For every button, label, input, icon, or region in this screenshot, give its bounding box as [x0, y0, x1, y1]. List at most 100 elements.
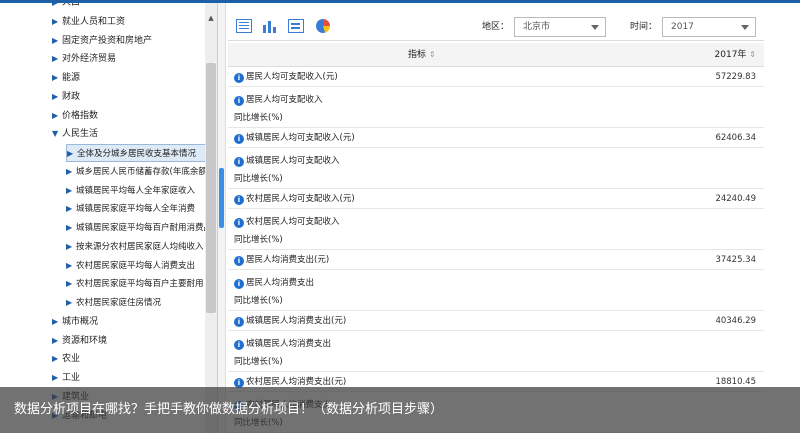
caret-right-icon[interactable]: ▶: [67, 145, 77, 161]
pie-chart-icon[interactable]: [316, 19, 330, 33]
tree-item[interactable]: ▶ 农村居民家庭住房情况: [66, 294, 206, 312]
splitter-grip[interactable]: [219, 168, 224, 228]
tree-item[interactable]: ▶ 就业人员和工资: [52, 13, 206, 31]
indicator-name: i 城镇居民人均消费支出(元): [234, 314, 346, 328]
table-row: i 农村居民人均可支配收入同比增长(%): [228, 209, 764, 250]
caret-right-icon[interactable]: ▶: [66, 182, 76, 200]
caret-right-icon[interactable]: ▶: [66, 200, 76, 218]
tree-item[interactable]: ▶ 能源: [52, 69, 206, 87]
tree-item-label: 工业: [62, 373, 81, 383]
tree-item[interactable]: ▶ 农村居民家庭平均每人消费支出: [66, 257, 206, 275]
indicator-name-text: 农村居民人均消费支出(元): [246, 377, 347, 387]
table-view-icon[interactable]: [236, 19, 252, 33]
caret-right-icon[interactable]: ▶: [52, 350, 62, 368]
table-row: i 城镇居民人均可支配收入 同比增长(%): [228, 148, 764, 189]
tree-item-label: 固定资产投资和房地产: [62, 35, 153, 46]
panel-splitter[interactable]: [218, 3, 226, 433]
info-icon[interactable]: i: [234, 218, 244, 228]
indicator-name-text: 农村居民人均可支配收入: [246, 217, 340, 227]
tree-item[interactable]: ▶ 城乡居民人民币储蓄存款(年底余额): [66, 163, 206, 181]
indicator-value: 62406.34: [715, 133, 756, 143]
tree-scrollbar[interactable]: ▲: [205, 3, 217, 433]
tree-item[interactable]: ▶人口: [52, 3, 206, 12]
tree-scroll-thumb[interactable]: [206, 63, 216, 313]
info-icon[interactable]: i: [234, 279, 244, 289]
tree-item[interactable]: ▶ 按来源分农村居民家庭人均纯收入: [66, 238, 206, 256]
caret-right-icon[interactable]: ▶: [66, 163, 76, 181]
time-select[interactable]: 2017: [662, 17, 756, 37]
tree-item[interactable]: ▶ 全体及分城乡居民收支基本情况: [66, 144, 206, 162]
caret-right-icon[interactable]: ▶: [52, 313, 62, 331]
table-row: i 居民人均消费支出 同比增长(%): [228, 270, 764, 311]
table-row: i 农村居民人均可支配收入(元) 24240.49: [228, 189, 764, 209]
scroll-up-icon[interactable]: ▲: [206, 13, 216, 23]
caret-right-icon[interactable]: ▶: [66, 238, 76, 256]
caret-right-icon[interactable]: ▶: [52, 88, 62, 106]
tree-item[interactable]: ▶ 财政: [52, 88, 206, 106]
caret-right-icon[interactable]: ▶: [52, 32, 62, 50]
sort-icon[interactable]: ⇕: [749, 50, 756, 59]
tree-item[interactable]: ▶ 农业: [52, 350, 206, 368]
tree-item[interactable]: ▶ 城市概况: [52, 313, 206, 331]
year-column-header[interactable]: 2017年 ⇕: [715, 43, 756, 67]
tree-item-label: 农业: [62, 354, 81, 365]
tree-item[interactable]: ▶ 城镇居民家庭平均每百户耐用消费品: [66, 219, 206, 237]
caret-down-icon[interactable]: ▼: [52, 125, 62, 143]
caret-right-icon[interactable]: ▶: [66, 275, 76, 293]
indicator-name: i 农村居民人均可支配收入同比增长(%): [234, 213, 340, 249]
caret-right-icon[interactable]: ▶: [52, 107, 62, 125]
tree-item-label: 城镇居民平均每人全年家庭收入: [76, 185, 196, 196]
tree-item[interactable]: ▶ 城镇居民平均每人全年家庭收入: [66, 182, 206, 200]
caret-right-icon[interactable]: ▶: [52, 69, 62, 87]
bar-chart-icon[interactable]: [262, 19, 278, 33]
caret-right-icon[interactable]: ▶: [52, 13, 62, 31]
caret-right-icon[interactable]: ▶: [52, 369, 62, 387]
info-icon[interactable]: i: [234, 96, 244, 106]
table-row: i 居民人均可支配收入(元) 57229.83: [228, 67, 764, 87]
info-icon[interactable]: i: [234, 195, 244, 205]
tree-item-label: 城镇居民家庭平均每人全年消费: [76, 204, 196, 215]
info-icon[interactable]: i: [234, 317, 244, 327]
tree-item-label: 城市概况: [62, 316, 99, 327]
tree-item-label: 人民生活: [62, 129, 99, 140]
info-icon[interactable]: i: [234, 157, 244, 167]
info-icon[interactable]: i: [234, 134, 244, 144]
tree-item-label: 按来源分农村居民家庭人均纯收入: [76, 241, 204, 252]
info-icon[interactable]: i: [234, 73, 244, 83]
tree-item[interactable]: ▼ 人民生活: [52, 125, 206, 143]
caret-right-icon[interactable]: ▶: [52, 50, 62, 68]
tree-item[interactable]: ▶ 工业: [52, 369, 206, 387]
caret-right-icon[interactable]: ▶: [52, 3, 62, 12]
indicator-name-text: 农村居民人均可支配收入(元): [246, 194, 355, 204]
region-select[interactable]: 北京市: [514, 17, 606, 37]
tree-item-label: 农村居民家庭平均每人消费支出: [76, 260, 196, 271]
indicator-name-text: 居民人均可支配收入: [246, 95, 323, 105]
tree-item[interactable]: ▶ 资源和环境: [52, 332, 206, 350]
indicator-column-header[interactable]: 指标 ⇕: [408, 43, 436, 67]
tree-item[interactable]: ▶ 固定资产投资和房地产: [52, 32, 206, 50]
indicator-name-line2: 同比增长(%): [234, 296, 283, 306]
indicator-name-line2: 同比增长(%): [234, 235, 283, 245]
caret-right-icon[interactable]: ▶: [52, 332, 62, 350]
tree-item[interactable]: ▶ 城镇居民家庭平均每人全年消费: [66, 200, 206, 218]
indicator-name: i 居民人均消费支出 同比增长(%): [234, 274, 314, 310]
caret-right-icon[interactable]: ▶: [66, 257, 76, 275]
tree-item-label: 人口: [62, 3, 81, 8]
chevron-down-icon: [591, 25, 599, 30]
indicator-name: i 城镇居民人均可支配收入 同比增长(%): [234, 152, 340, 188]
tree-item[interactable]: ▶ 价格指数: [52, 107, 206, 125]
indicator-name-text: 居民人均消费支出(元): [246, 255, 330, 265]
info-icon[interactable]: i: [234, 340, 244, 350]
caret-right-icon[interactable]: ▶: [66, 219, 76, 237]
sort-icon[interactable]: ⇕: [429, 50, 436, 59]
tree-item[interactable]: ▶ 农村居民家庭平均每百户主要耐用: [66, 275, 206, 293]
list-view-icon[interactable]: [288, 19, 304, 33]
table-row: i 城镇居民人均消费支出(元) 40346.29: [228, 311, 764, 331]
indicator-name-text: 城镇居民人均消费支出: [246, 339, 332, 349]
chevron-down-icon: [741, 25, 749, 30]
tree-item[interactable]: ▶ 对外经济贸易: [52, 50, 206, 68]
info-icon[interactable]: i: [234, 256, 244, 266]
table-row: i 城镇居民人均消费支出 同比增长(%): [228, 331, 764, 372]
caret-right-icon[interactable]: ▶: [66, 294, 76, 312]
indicator-name-line2: 同比增长(%): [234, 113, 283, 123]
